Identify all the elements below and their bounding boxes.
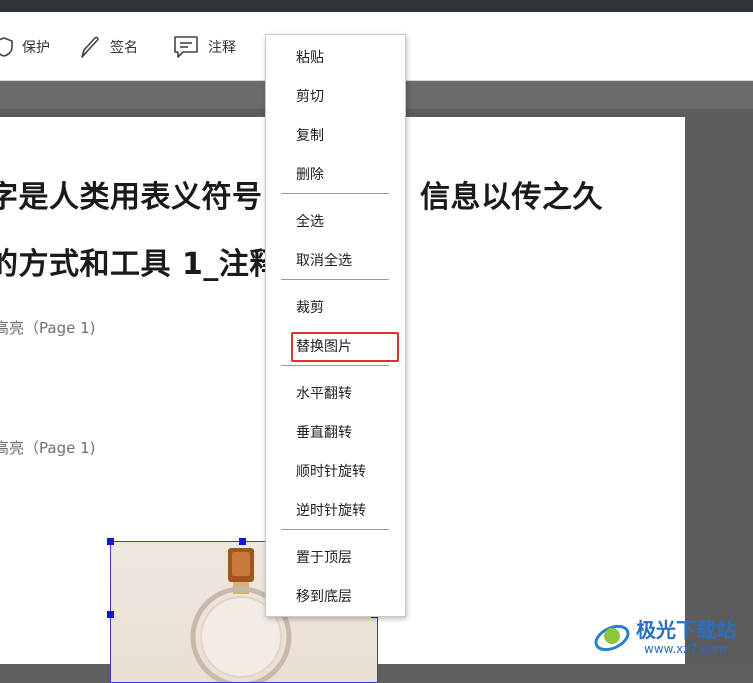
menu-item-crop[interactable]: 裁剪 xyxy=(296,297,324,317)
watermark-url: www.xz7.com xyxy=(644,642,727,656)
heading-line-2: 的方式和工具 1_注释 xyxy=(0,247,280,282)
resize-handle[interactable] xyxy=(239,538,246,545)
menu-item-delete[interactable]: 删除 xyxy=(296,164,324,184)
menu-item-cut[interactable]: 剪切 xyxy=(296,86,324,106)
menu-item-bring-to-front[interactable]: 置于顶层 xyxy=(296,547,352,567)
shield-icon xyxy=(0,36,14,58)
comment-tool[interactable]: 注释 xyxy=(172,34,236,60)
watermark-title: 极光下载站 xyxy=(636,618,736,642)
menu-divider xyxy=(281,279,389,280)
watermark: 极光下载站 www.xz7.com xyxy=(592,612,752,664)
heading-line-1-right: 信息以传之久 xyxy=(420,180,603,215)
menu-item-select-all[interactable]: 全选 xyxy=(296,211,324,231)
menu-item-copy[interactable]: 复制 xyxy=(296,125,324,145)
menu-item-paste[interactable]: 粘贴 xyxy=(296,47,324,67)
protect-label: 保护 xyxy=(22,40,50,56)
annotation-note[interactable]: 高亮（Page 1) xyxy=(0,317,95,338)
menu-divider xyxy=(281,529,389,530)
menu-divider xyxy=(281,365,389,366)
menu-item-rotate-clockwise[interactable]: 顺时针旋转 xyxy=(296,461,366,481)
heading-line-1: 字是人类用表义符号 xyxy=(0,180,263,215)
menu-item-deselect-all[interactable]: 取消全选 xyxy=(296,250,352,270)
protect-tool[interactable]: 保护 xyxy=(0,34,50,60)
menu-item-send-to-back[interactable]: 移到底层 xyxy=(296,586,352,606)
resize-handle[interactable] xyxy=(107,538,114,545)
window-top-bar xyxy=(0,0,753,12)
menu-divider xyxy=(281,193,389,194)
menu-item-replace-image[interactable]: 替换图片 xyxy=(296,336,352,356)
comment-icon xyxy=(172,34,200,60)
menu-item-flip-vertical[interactable]: 垂直翻转 xyxy=(296,422,352,442)
context-menu: 粘贴 剪切 复制 删除 全选 取消全选 裁剪 替换图片 水平翻转 垂直翻转 顺时… xyxy=(265,34,406,617)
pen-icon xyxy=(78,34,102,60)
menu-item-rotate-counterclockwise[interactable]: 逆时针旋转 xyxy=(296,500,366,520)
sign-tool[interactable]: 签名 xyxy=(78,34,138,60)
watermark-logo-icon xyxy=(594,624,630,652)
annotation-note[interactable]: 高亮（Page 1) xyxy=(0,437,95,458)
menu-item-flip-horizontal[interactable]: 水平翻转 xyxy=(296,383,352,403)
sign-label: 签名 xyxy=(110,40,138,56)
comment-label: 注释 xyxy=(208,40,236,56)
resize-handle[interactable] xyxy=(107,611,114,618)
